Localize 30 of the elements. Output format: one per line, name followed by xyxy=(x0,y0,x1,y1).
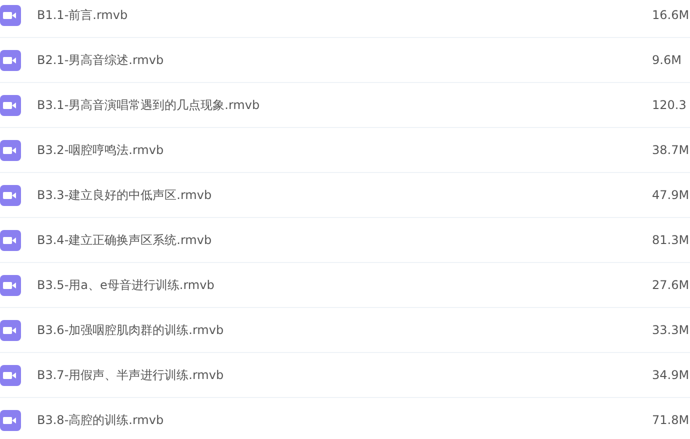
file-name[interactable]: B3.8-高腔的训练.rmvb xyxy=(37,412,652,428)
file-name[interactable]: B3.2-咽腔哼鸣法.rmvb xyxy=(37,142,652,158)
video-file-icon xyxy=(0,140,21,160)
file-name[interactable]: B1.1-前言.rmvb xyxy=(37,6,652,24)
file-name[interactable]: B3.3-建立良好的中低声区.rmvb xyxy=(37,186,652,204)
file-size: 34.9M xyxy=(652,368,690,382)
file-size: 71.8M xyxy=(652,413,690,427)
file-size: 16.6M xyxy=(652,8,690,22)
file-size: 120.3 xyxy=(652,98,688,112)
file-size: 9.6M xyxy=(652,53,682,67)
file-name[interactable]: B3.5-用a、e母音进行训练.rmvb xyxy=(37,276,652,294)
video-file-icon xyxy=(0,410,21,430)
file-size: 47.9M xyxy=(652,188,690,202)
file-size: 81.3M xyxy=(652,233,690,247)
video-file-icon xyxy=(0,94,21,116)
video-file-icon xyxy=(0,50,21,70)
video-file-icon xyxy=(0,274,21,296)
file-name[interactable]: B3.7-用假声、半声进行训练.rmvb xyxy=(37,366,652,384)
video-file-icon xyxy=(0,4,21,26)
file-size: 33.3M xyxy=(652,323,690,337)
file-name[interactable]: B3.6-加强咽腔肌肉群的训练.rmvb xyxy=(37,322,652,338)
file-size: 27.6M xyxy=(652,278,690,292)
video-file-icon xyxy=(0,230,21,250)
video-file-icon xyxy=(0,184,21,206)
file-name[interactable]: B2.1-男高音综述.rmvb xyxy=(37,52,652,68)
file-size: 38.7M xyxy=(652,143,690,157)
file-name[interactable]: B3.1-男高音演唱常遇到的几点现象.rmvb xyxy=(37,96,652,114)
file-name[interactable]: B3.4-建立正确换声区系统.rmvb xyxy=(37,232,652,248)
video-file-icon xyxy=(0,364,21,386)
video-file-icon xyxy=(0,320,21,340)
